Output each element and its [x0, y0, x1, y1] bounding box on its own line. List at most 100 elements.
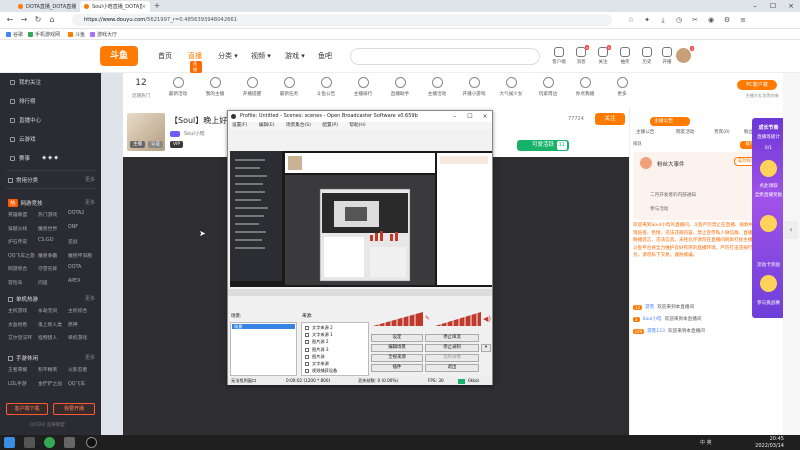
settings-icon[interactable]: ⚙ [722, 15, 732, 25]
source-checkbox[interactable] [305, 326, 309, 330]
edit-scene-button[interactable]: 编辑场景 [371, 344, 423, 352]
nav-game[interactable]: 游戏 ▾ [285, 51, 305, 61]
bookmark-item[interactable]: 斗鱼 [68, 31, 85, 38]
menu-icon[interactable]: ≡ [738, 15, 748, 25]
source-item[interactable]: 文字来源 1 [305, 332, 333, 338]
category-shortcut[interactable]: 你点我播 [568, 77, 602, 97]
maximize-icon[interactable]: ☐ [463, 111, 477, 122]
category-link[interactable]: 主机综合 [68, 307, 98, 314]
menu-item[interactable]: 帮助(H) [349, 123, 365, 128]
mic-icon[interactable]: ✎ [425, 315, 430, 322]
category-link[interactable]: 冒险岛 [8, 279, 38, 286]
category-link[interactable]: DNF [68, 225, 98, 232]
settings-button[interactable]: 设定 [371, 334, 423, 342]
category-link[interactable]: 火影忍者 [68, 366, 98, 373]
source-checkbox[interactable] [305, 362, 309, 366]
page-scrollbar[interactable] [783, 73, 800, 435]
plugins-button[interactable]: 插件 [371, 364, 423, 372]
scene-list[interactable]: 场景 [230, 322, 297, 376]
category-link[interactable]: 和平精英 [38, 366, 68, 373]
history-button[interactable]: 历史 [636, 47, 658, 65]
category-link[interactable]: DOTA [68, 265, 98, 272]
lottery-button[interactable]: 抽奖 [614, 47, 636, 65]
start-icon[interactable] [4, 437, 15, 448]
sidebar-item-esports[interactable]: 赛事 ◈ ◈ ◈ [10, 154, 58, 162]
close-window-icon[interactable]: × [782, 0, 800, 12]
browser-tab-soul[interactable]: Soul小晗直播_DOTA直播_斗鱼直播 × [80, 1, 150, 12]
start-live-button[interactable]: 我要开播 [53, 403, 95, 415]
menu-item[interactable]: 配置(P) [322, 123, 338, 128]
tab-announcement[interactable]: 主播公告 [636, 129, 654, 135]
bookmark-item[interactable]: 手机游戏网 [28, 31, 60, 38]
category-link[interactable]: QQ飞车之旅 [8, 252, 38, 259]
speaker-icon[interactable]: ◀) [483, 315, 491, 323]
address-bar[interactable]: https://www.douyu.com/5621997_r=0.485639… [72, 14, 612, 26]
bookmark-item[interactable]: 谷歌 [6, 31, 23, 38]
follow-button[interactable]: 关注 [595, 113, 625, 125]
category-shortcut[interactable]: 主播活动 [420, 77, 454, 97]
sidebar-item-follow[interactable]: 我的关注 [10, 78, 41, 86]
reload-icon[interactable]: ↻ [32, 14, 44, 26]
bookmark-item[interactable]: 游戏大厅 [90, 31, 117, 38]
system-tray[interactable]: 中 英 [700, 439, 712, 446]
host-name[interactable]: Soul小晗 [184, 130, 205, 137]
extension-icon[interactable]: ✦ [642, 15, 652, 25]
source-checkbox[interactable] [305, 354, 309, 359]
category-link[interactable]: 穿越火线 [8, 225, 38, 232]
source-item[interactable]: 文字来源 2 [305, 325, 333, 331]
category-link[interactable]: CS:GO [38, 238, 68, 245]
preview-button[interactable]: 选择录像 [425, 354, 479, 362]
category-link[interactable]: 永劫无间 [38, 307, 68, 314]
source-checkbox[interactable] [305, 347, 309, 352]
category-link[interactable]: 单机游戏 [68, 334, 98, 341]
start-live-button[interactable]: 开播 [656, 47, 678, 65]
category-link[interactable]: 守望先锋 [38, 265, 68, 272]
cute-button[interactable]: 可爱活跃 11 [517, 140, 569, 151]
more-link[interactable]: 更多 [85, 176, 95, 183]
category-link[interactable]: APEX [68, 279, 98, 286]
category-link[interactable]: 英雄联盟 [8, 211, 38, 218]
sidebar-item-cloud-game[interactable]: 云游戏 [10, 135, 36, 143]
category-link[interactable]: 逆战 [68, 238, 98, 245]
tab-activity[interactable]: 网友活动 [676, 129, 694, 135]
history-icon[interactable]: ◷ [674, 15, 684, 25]
maximize-icon[interactable]: ☐ [764, 0, 782, 12]
category-link[interactable]: 炉石传说 [8, 238, 38, 245]
stop-record-button[interactable]: 停止录制 [425, 344, 479, 352]
category-shortcut[interactable]: 斗鱼公告 [309, 77, 343, 97]
user-name[interactable]: Soul小晗 [643, 316, 662, 322]
category-link[interactable]: 魔兽争霸 [38, 252, 68, 259]
app-icon[interactable] [64, 437, 75, 448]
category-link[interactable]: 艾尔登法环 [8, 334, 38, 341]
nav-fishbar[interactable]: 鱼吧 [318, 51, 332, 61]
source-item[interactable]: 视频捕获设备 [305, 368, 337, 374]
category-shortcut[interactable]: 最新任务 [272, 77, 306, 97]
star-icon[interactable]: ☆ [626, 15, 636, 25]
minimize-icon[interactable]: – [448, 111, 462, 122]
clock[interactable]: 20:45 2022/03/14 [744, 436, 784, 449]
client-download-button[interactable]: 客户端 [548, 47, 570, 65]
category-link[interactable]: 金铲铲之战 [38, 380, 68, 387]
douyu-logo[interactable]: 斗鱼 [100, 46, 138, 66]
minimize-icon[interactable]: – [746, 0, 764, 12]
sidebar-item-live-center[interactable]: 直播中心 [10, 116, 41, 124]
category-link[interactable]: 原神 [68, 321, 98, 328]
category-link[interactable]: 问道 [38, 279, 68, 286]
message-button[interactable]: 4 消息 [570, 45, 592, 65]
pc-client-button[interactable]: PC客户端 [737, 80, 777, 90]
category-shortcut[interactable]: 开播小游戏 [457, 77, 491, 97]
source-item[interactable]: 图片源 [305, 354, 325, 360]
category-link[interactable]: 太吾绘卷 [8, 321, 38, 328]
source-checkbox[interactable] [305, 340, 309, 345]
category-shortcut[interactable]: 更多 [605, 77, 639, 97]
category-shortcut[interactable]: 我的主播 [198, 77, 232, 97]
menu-item[interactable]: 场景集合(S) [286, 123, 311, 128]
close-icon[interactable]: × [478, 111, 492, 122]
announcement-button[interactable]: 主播公告 [650, 117, 690, 126]
download-icon[interactable]: ⤓ [658, 15, 668, 25]
category-link[interactable]: 主机游戏 [8, 307, 38, 314]
source-item[interactable]: 图片源 2 [305, 339, 329, 345]
profile-icon[interactable]: ◉ [706, 15, 716, 25]
scene-item-selected[interactable]: 场景 [232, 324, 295, 329]
category-link[interactable]: DOTA2 [68, 211, 98, 218]
